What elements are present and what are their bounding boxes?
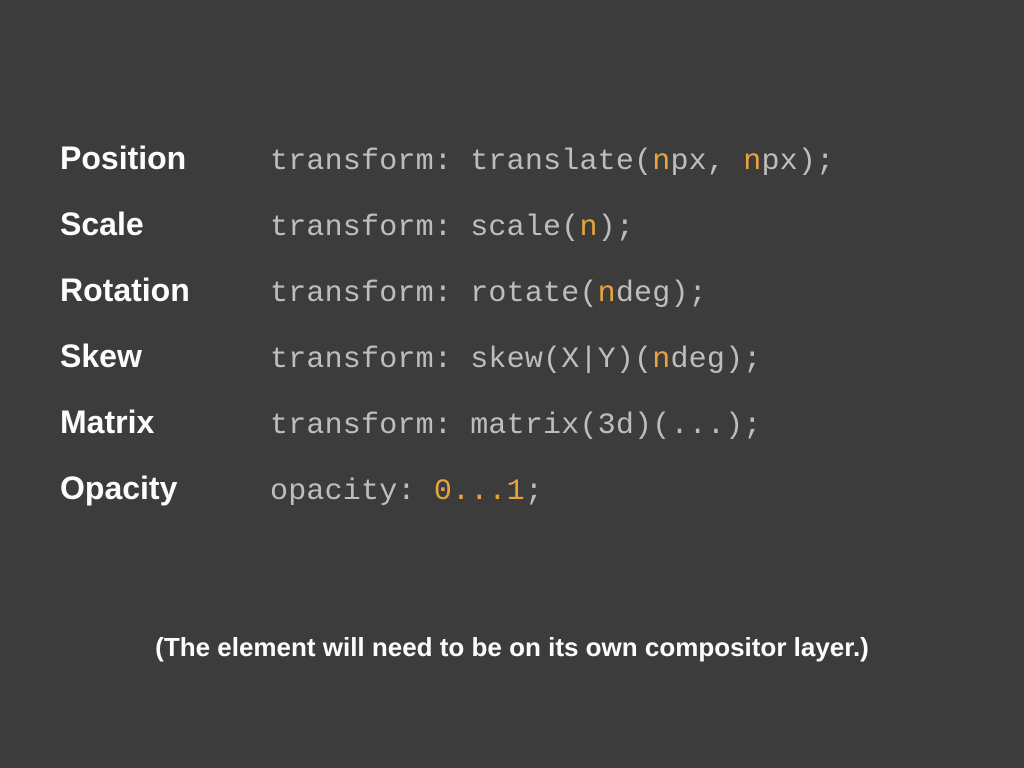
row-code: transform: matrix(3d)(...); — [270, 409, 761, 443]
row-label: Skew — [60, 338, 270, 375]
row-rotation: Rotation transform: rotate(ndeg); — [60, 272, 964, 311]
row-matrix: Matrix transform: matrix(3d)(...); — [60, 404, 964, 443]
row-label: Opacity — [60, 470, 270, 507]
row-scale: Scale transform: scale(n); — [60, 206, 964, 245]
row-label: Scale — [60, 206, 270, 243]
row-code: transform: translate(npx, npx); — [270, 145, 834, 179]
row-skew: Skew transform: skew(X|Y)(ndeg); — [60, 338, 964, 377]
row-code: transform: rotate(ndeg); — [270, 277, 707, 311]
row-position: Position transform: translate(npx, npx); — [60, 140, 964, 179]
footnote: (The element will need to be on its own … — [0, 632, 1024, 663]
row-code: transform: skew(X|Y)(ndeg); — [270, 343, 761, 377]
row-opacity: Opacity opacity: 0...1; — [60, 470, 964, 509]
row-label: Rotation — [60, 272, 270, 309]
slide: Position transform: translate(npx, npx);… — [0, 0, 1024, 768]
row-label: Position — [60, 140, 270, 177]
row-label: Matrix — [60, 404, 270, 441]
row-code: transform: scale(n); — [270, 211, 634, 245]
row-code: opacity: 0...1; — [270, 475, 543, 509]
